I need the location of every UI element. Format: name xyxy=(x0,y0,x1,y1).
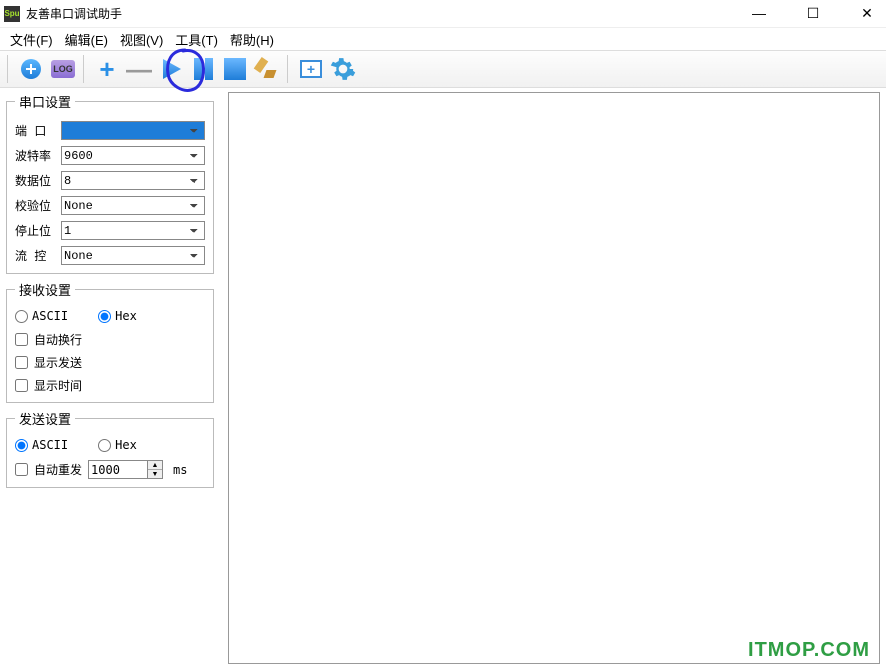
broom-icon xyxy=(257,58,277,80)
spin-up-icon[interactable]: ▲ xyxy=(148,461,162,470)
output-textarea[interactable] xyxy=(228,92,880,664)
plus-icon: + xyxy=(99,56,114,82)
parity-label: 校验位 xyxy=(15,197,55,214)
recv-ascii-label: ASCII xyxy=(32,309,68,323)
recv-hex-label: Hex xyxy=(115,309,137,323)
remove-button[interactable]: — xyxy=(124,54,154,84)
left-panel: 串口设置 端 口 波特率 9600 数据位 8 校验位 None 停止位 1 xyxy=(0,88,218,670)
stop-icon xyxy=(224,58,246,80)
window-title: 友善串口调试助手 xyxy=(26,5,122,22)
stopbits-label: 停止位 xyxy=(15,222,55,239)
autowrap-checkbox[interactable] xyxy=(15,333,28,346)
app-icon: Spu xyxy=(4,6,20,22)
settings-button[interactable] xyxy=(328,54,358,84)
log-button[interactable]: LOG xyxy=(48,54,78,84)
autoresend-label: 自动重发 xyxy=(34,461,82,478)
autowrap-label: 自动换行 xyxy=(34,331,82,348)
toolbar: LOG + — + xyxy=(0,50,886,88)
showtime-label: 显示时间 xyxy=(34,377,82,394)
close-button[interactable]: ✕ xyxy=(852,5,882,22)
showsend-checkbox[interactable] xyxy=(15,356,28,369)
receive-settings-legend: 接收设置 xyxy=(15,280,75,299)
menu-view[interactable]: 视图(V) xyxy=(116,28,167,51)
interval-input[interactable] xyxy=(88,460,148,479)
toolbar-separator xyxy=(7,55,11,83)
port-select[interactable] xyxy=(61,121,205,140)
flowcontrol-select[interactable]: None xyxy=(61,246,205,265)
baud-label: 波特率 xyxy=(15,147,55,164)
watermark: ITMOP.COM xyxy=(748,639,870,662)
toolbar-separator xyxy=(287,55,291,83)
serial-settings-legend: 串口设置 xyxy=(15,92,75,111)
port-label: 端 口 xyxy=(15,122,55,139)
receive-settings-group: 接收设置 ASCII Hex 自动换行 显示发送 显示时间 xyxy=(6,280,214,403)
pause-icon xyxy=(194,58,213,80)
window-controls: ― ☐ ✕ xyxy=(744,5,882,22)
play-icon xyxy=(159,57,183,81)
showtime-checkbox[interactable] xyxy=(15,379,28,392)
minus-icon: — xyxy=(126,56,152,82)
menu-edit[interactable]: 编辑(E) xyxy=(61,28,112,51)
stopbits-select[interactable]: 1 xyxy=(61,221,205,240)
tab-plus-icon: + xyxy=(300,60,322,78)
toolbar-separator xyxy=(83,55,87,83)
gear-icon xyxy=(330,56,356,82)
minimize-button[interactable]: ― xyxy=(744,5,774,22)
titlebar: Spu 友善串口调试助手 ― ☐ ✕ xyxy=(0,0,886,28)
recv-ascii-radio[interactable]: ASCII xyxy=(15,309,68,323)
flowcontrol-label: 流 控 xyxy=(15,247,55,264)
maximize-button[interactable]: ☐ xyxy=(798,5,828,22)
new-connection-button[interactable] xyxy=(16,54,46,84)
menu-file[interactable]: 文件(F) xyxy=(6,28,57,51)
pause-button[interactable] xyxy=(188,54,218,84)
databits-label: 数据位 xyxy=(15,172,55,189)
spinner-buttons[interactable]: ▲▼ xyxy=(148,460,163,479)
send-ascii-radio[interactable]: ASCII xyxy=(15,438,68,452)
log-icon: LOG xyxy=(51,60,75,78)
send-settings-legend: 发送设置 xyxy=(15,409,75,428)
baud-select[interactable]: 9600 xyxy=(61,146,205,165)
content-area: 串口设置 端 口 波特率 9600 数据位 8 校验位 None 停止位 1 xyxy=(0,88,886,670)
interval-unit: ms xyxy=(173,463,187,477)
spin-down-icon[interactable]: ▼ xyxy=(148,470,162,478)
menubar: 文件(F) 编辑(E) 视图(V) 工具(T) 帮助(H) xyxy=(0,28,886,50)
send-ascii-label: ASCII xyxy=(32,438,68,452)
interval-spinner[interactable]: ▲▼ xyxy=(88,460,163,479)
showsend-label: 显示发送 xyxy=(34,354,82,371)
send-hex-radio[interactable]: Hex xyxy=(98,438,137,452)
plus-circle-icon xyxy=(21,59,41,79)
stop-button[interactable] xyxy=(220,54,250,84)
parity-select[interactable]: None xyxy=(61,196,205,215)
play-button[interactable] xyxy=(156,54,186,84)
new-tab-button[interactable]: + xyxy=(296,54,326,84)
databits-select[interactable]: 8 xyxy=(61,171,205,190)
menu-tools[interactable]: 工具(T) xyxy=(171,28,222,51)
menu-help[interactable]: 帮助(H) xyxy=(226,28,278,51)
send-settings-group: 发送设置 ASCII Hex 自动重发 ▲▼ ms xyxy=(6,409,214,488)
send-hex-label: Hex xyxy=(115,438,137,452)
clear-button[interactable] xyxy=(252,54,282,84)
add-button[interactable]: + xyxy=(92,54,122,84)
recv-hex-radio[interactable]: Hex xyxy=(98,309,137,323)
autoresend-checkbox[interactable] xyxy=(15,463,28,476)
serial-settings-group: 串口设置 端 口 波特率 9600 数据位 8 校验位 None 停止位 1 xyxy=(6,92,214,274)
